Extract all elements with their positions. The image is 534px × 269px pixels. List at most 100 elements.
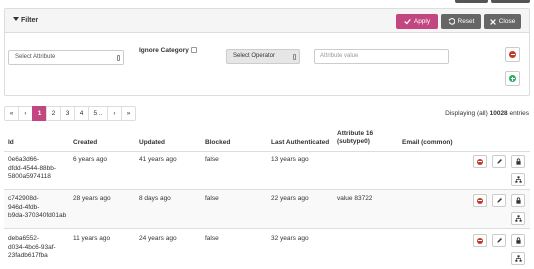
cell-updated: 24 years ago <box>139 235 177 242</box>
sitemap-icon <box>514 215 522 222</box>
ignore-category: Ignore Category <box>139 47 197 54</box>
cell-id[interactable]: 0e6a3d66- dfdd-4544-88bb- 5800a5974118 <box>8 156 56 182</box>
col-header-blocked[interactable]: Blocked <box>205 139 230 147</box>
pencil-icon <box>496 198 502 203</box>
hierarchy-button[interactable] <box>511 173 525 186</box>
undo-icon <box>448 18 455 25</box>
filter-title: Filter <box>13 17 38 24</box>
top-button-fragment[interactable] <box>491 0 530 3</box>
result-count-number: 10028 <box>489 110 508 117</box>
lock-button[interactable] <box>511 194 525 207</box>
funnel-icon <box>13 17 19 21</box>
page-5-button[interactable]: 5 .. <box>88 106 108 121</box>
result-count-suffix: entries <box>509 110 529 117</box>
page-4-button[interactable]: 4 <box>74 106 89 121</box>
cell-updated: 8 days ago <box>139 195 171 202</box>
col-header-attribute16-line2: (subtype0) <box>337 138 370 145</box>
lock-icon <box>515 197 521 204</box>
hierarchy-button[interactable] <box>511 212 525 225</box>
cell-created: 11 years ago <box>73 235 111 242</box>
result-count-prefix: Displaying (all) <box>445 110 488 117</box>
cell-id-line: c742908d- <box>8 195 39 202</box>
cell-blocked: false <box>205 195 219 202</box>
cell-id-line: d034-4bc6-93af- <box>8 243 56 251</box>
remove-condition-button[interactable] <box>505 47 520 62</box>
minus-circle-icon <box>477 197 483 204</box>
cell-id-line: b9da-370340fd01ab <box>8 212 67 219</box>
attribute-select-value: Select Attribute <box>15 54 56 60</box>
page-2-button[interactable]: 2 <box>46 106 61 121</box>
col-header-created[interactable]: Created <box>73 139 97 147</box>
minus-circle-icon <box>477 237 483 244</box>
cell-blocked: false <box>205 156 219 163</box>
cell-id-line: dfdd-4544-88bb- <box>8 164 57 172</box>
attribute-select[interactable]: Select Attribute <box>8 50 124 65</box>
filter-title-text: Filter <box>21 17 39 24</box>
sitemap-icon <box>514 176 522 183</box>
select-caret-icon <box>293 54 296 60</box>
minus-circle-icon <box>509 51 516 58</box>
close-button[interactable]: Close <box>484 14 521 29</box>
page-3-button[interactable]: 3 <box>60 106 75 121</box>
hierarchy-button[interactable] <box>511 252 525 265</box>
top-toolbar-strip <box>0 0 534 5</box>
last-page-button[interactable]: » <box>121 106 136 121</box>
delete-button[interactable] <box>473 234 487 247</box>
reset-button[interactable]: Reset <box>441 14 481 29</box>
col-header-email[interactable]: Email (common) <box>402 139 453 147</box>
attribute-value-placeholder: Attribute value <box>320 53 359 59</box>
select-caret-icon <box>117 55 120 61</box>
lock-button[interactable] <box>511 234 525 247</box>
apply-button[interactable]: Apply <box>396 14 438 29</box>
pagination: « ‹ 1 2 3 4 5 .. › » <box>4 106 136 121</box>
col-header-id[interactable]: Id <box>8 139 14 147</box>
col-header-attribute16[interactable]: Attribute 16 (subtype0) <box>337 130 373 146</box>
ignore-category-checkbox[interactable] <box>190 47 197 53</box>
plus-circle-icon <box>509 75 516 82</box>
operator-select-value: Select Operator <box>233 53 276 59</box>
lock-button[interactable] <box>511 155 525 168</box>
edit-button[interactable] <box>492 194 506 207</box>
pencil-icon <box>496 238 502 243</box>
top-button-fragment[interactable] <box>455 0 488 3</box>
cell-id-line: 23fadb617fba <box>8 252 48 259</box>
cell-attribute16: value 83722 <box>337 195 373 202</box>
col-header-last-authenticated[interactable]: Last Authenticated <box>271 139 329 147</box>
cell-last-authenticated: 22 years ago <box>271 195 309 202</box>
cell-created: 6 years ago <box>73 156 107 163</box>
reset-label: Reset <box>457 18 475 25</box>
check-icon <box>404 18 411 25</box>
delete-button[interactable] <box>473 194 487 207</box>
cell-id-line: 0e6a3d66- <box>8 156 40 163</box>
lock-icon <box>515 158 521 165</box>
cell-last-authenticated: 32 years ago <box>271 235 309 242</box>
close-icon <box>489 18 496 25</box>
operator-select[interactable]: Select Operator <box>226 49 300 64</box>
ignore-category-label: Ignore Category <box>139 47 189 54</box>
close-label: Close <box>498 18 516 25</box>
cell-id-line: 5800a5974118 <box>8 173 51 180</box>
apply-label: Apply <box>413 18 431 25</box>
cell-id-line: deba6552- <box>8 235 40 242</box>
next-page-button[interactable]: › <box>107 106 122 121</box>
cell-blocked: false <box>205 235 219 242</box>
page-1-button[interactable]: 1 <box>32 106 47 121</box>
cell-created: 28 years ago <box>73 195 111 202</box>
cell-id[interactable]: deba6552- d034-4bc6-93af- 23fadb617fba <box>8 235 56 261</box>
edit-button[interactable] <box>492 234 506 247</box>
minus-circle-icon <box>477 158 483 165</box>
col-header-attribute16-line1: Attribute 16 <box>337 130 374 137</box>
cell-id[interactable]: c742908d- 946d-4fdb- b9da-370340fd01ab <box>8 195 66 221</box>
edit-button[interactable] <box>492 155 506 168</box>
col-header-updated[interactable]: Updated <box>139 139 165 147</box>
attribute-value-input[interactable]: Attribute value <box>314 49 449 64</box>
cell-id-line: 946d-4fdb- <box>8 203 40 211</box>
lock-icon <box>515 237 521 244</box>
delete-button[interactable] <box>473 155 487 168</box>
first-page-button[interactable]: « <box>4 106 19 121</box>
cell-last-authenticated: 13 years ago <box>271 156 309 163</box>
prev-page-button[interactable]: ‹ <box>18 106 33 121</box>
add-condition-button[interactable] <box>505 71 520 86</box>
result-count: Displaying (all) 10028 entries <box>445 110 529 117</box>
cell-updated: 41 years ago <box>139 156 177 163</box>
